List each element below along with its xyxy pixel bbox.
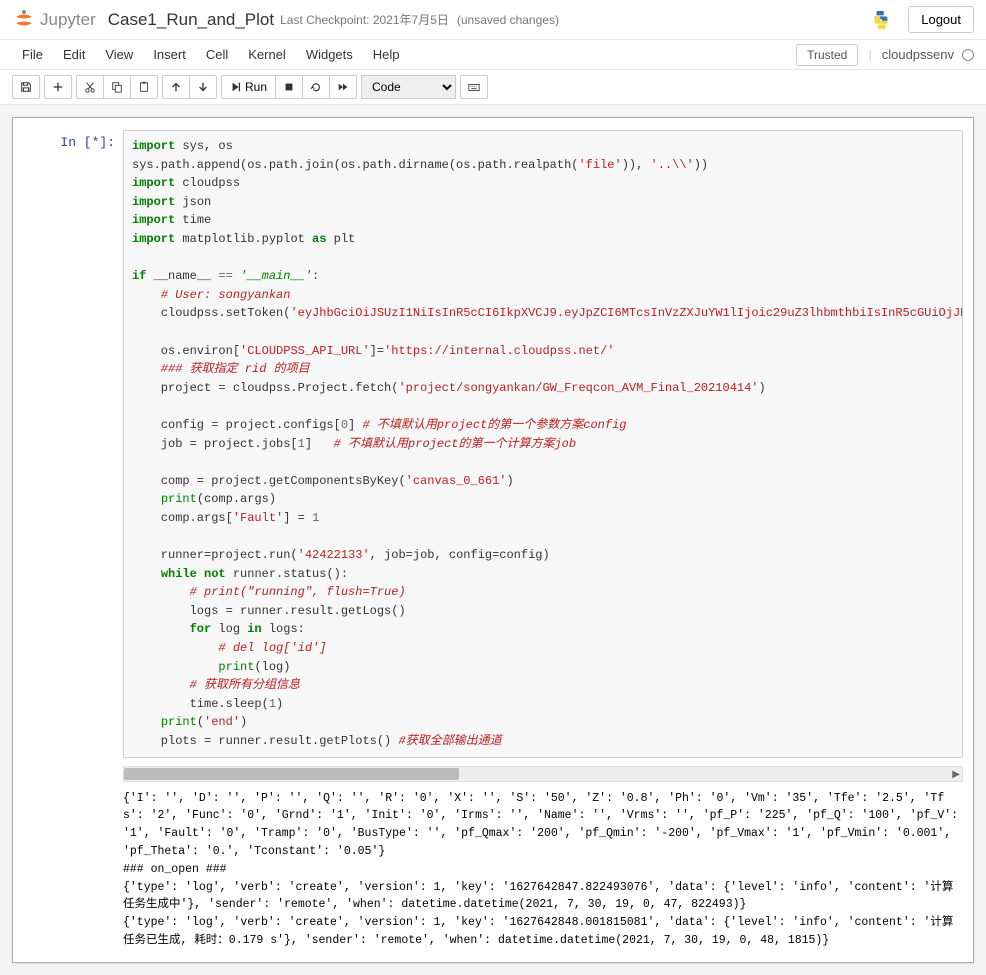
play-icon (230, 81, 242, 93)
menu-help[interactable]: Help (363, 42, 410, 67)
notebook-area: In [*]: import sys, os sys.path.append(o… (0, 105, 986, 975)
restart-run-button[interactable] (329, 75, 357, 99)
interrupt-button[interactable] (275, 75, 303, 99)
logout-button[interactable]: Logout (908, 6, 974, 33)
move-up-button[interactable] (162, 75, 190, 99)
separator: | (868, 47, 871, 62)
header: Jupyter Case1_Run_and_Plot Last Checkpoi… (0, 0, 986, 40)
cut-icon (84, 81, 96, 93)
menu-widgets[interactable]: Widgets (296, 42, 363, 67)
jupyter-icon (12, 8, 36, 32)
menu-insert[interactable]: Insert (143, 42, 196, 67)
stop-icon (283, 81, 295, 93)
kernel-name[interactable]: cloudpssenv (882, 47, 954, 62)
move-down-button[interactable] (189, 75, 217, 99)
copy-icon (111, 81, 123, 93)
scroll-thumb[interactable] (124, 768, 459, 780)
trusted-indicator[interactable]: Trusted (796, 44, 858, 66)
output-area: {'I': '', 'D': '', 'P': '', 'Q': '', 'R'… (13, 786, 973, 954)
toolbar: Run Code (0, 70, 986, 105)
horizontal-scrollbar[interactable]: ▶ (123, 766, 963, 782)
fast-forward-icon (337, 81, 349, 93)
cell-type-select[interactable]: Code (361, 75, 456, 99)
output-line: ### on_open ### (123, 863, 227, 876)
notebook-container: In [*]: import sys, os sys.path.append(o… (12, 117, 974, 963)
menubar: File Edit View Insert Cell Kernel Widget… (0, 40, 986, 70)
kernel-indicator-icon[interactable] (962, 49, 974, 61)
code-cell[interactable]: In [*]: import sys, os sys.path.append(o… (13, 126, 973, 762)
output-line: {'I': '', 'D': '', 'P': '', 'Q': '', 'R'… (123, 792, 965, 858)
add-cell-button[interactable] (44, 75, 72, 99)
copy-button[interactable] (103, 75, 131, 99)
keyboard-icon (468, 81, 480, 93)
paste-icon (138, 81, 150, 93)
menu-edit[interactable]: Edit (53, 42, 95, 67)
command-palette-button[interactable] (460, 75, 488, 99)
save-button[interactable] (12, 75, 40, 99)
menu-kernel[interactable]: Kernel (238, 42, 296, 67)
python-icon (870, 9, 892, 31)
checkpoint-text: Last Checkpoint: 2021年7月5日 (280, 11, 449, 28)
plus-icon (52, 81, 64, 93)
run-label: Run (245, 80, 267, 94)
menu-file[interactable]: File (12, 42, 53, 67)
restart-icon (310, 81, 322, 93)
menu-cell[interactable]: Cell (196, 42, 238, 67)
code-editor[interactable]: import sys, os sys.path.append(os.path.j… (123, 130, 963, 758)
notebook-title[interactable]: Case1_Run_and_Plot (108, 10, 274, 30)
output-line: {'type': 'log', 'verb': 'create', 'versi… (123, 916, 953, 947)
paste-button[interactable] (130, 75, 158, 99)
run-button[interactable]: Run (221, 75, 276, 99)
arrow-down-icon (197, 81, 209, 93)
menu-view[interactable]: View (95, 42, 143, 67)
output-line: {'type': 'log', 'verb': 'create', 'versi… (123, 881, 953, 912)
jupyter-logo[interactable]: Jupyter (12, 8, 96, 32)
cut-button[interactable] (76, 75, 104, 99)
unsaved-text: (unsaved changes) (457, 13, 559, 27)
restart-button[interactable] (302, 75, 330, 99)
scroll-right-icon[interactable]: ▶ (952, 769, 960, 780)
input-prompt: In [*]: (13, 130, 123, 758)
save-icon (20, 81, 32, 93)
arrow-up-icon (170, 81, 182, 93)
logo-text: Jupyter (40, 10, 96, 30)
